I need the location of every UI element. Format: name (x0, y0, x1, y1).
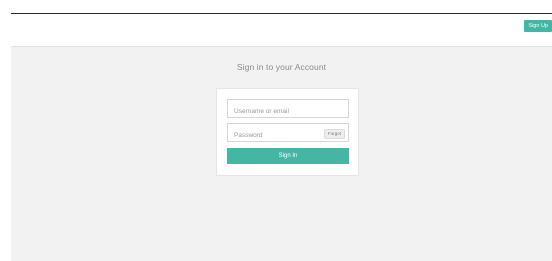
forgot-password-button[interactable]: Forgot (323, 129, 345, 139)
page-title: Sign in to your Account (236, 62, 327, 72)
sign-in-button[interactable]: Sign In (227, 148, 349, 164)
username-input[interactable] (228, 103, 348, 120)
sign-up-button[interactable]: Sign Up (524, 20, 552, 32)
header-bar: Sign Up (11, 14, 552, 47)
main-content: Sign in to your Account Forgot Sign In (11, 47, 552, 261)
username-field (227, 99, 349, 120)
login-card: Forgot Sign In (216, 88, 359, 176)
password-field: Forgot (227, 123, 349, 144)
